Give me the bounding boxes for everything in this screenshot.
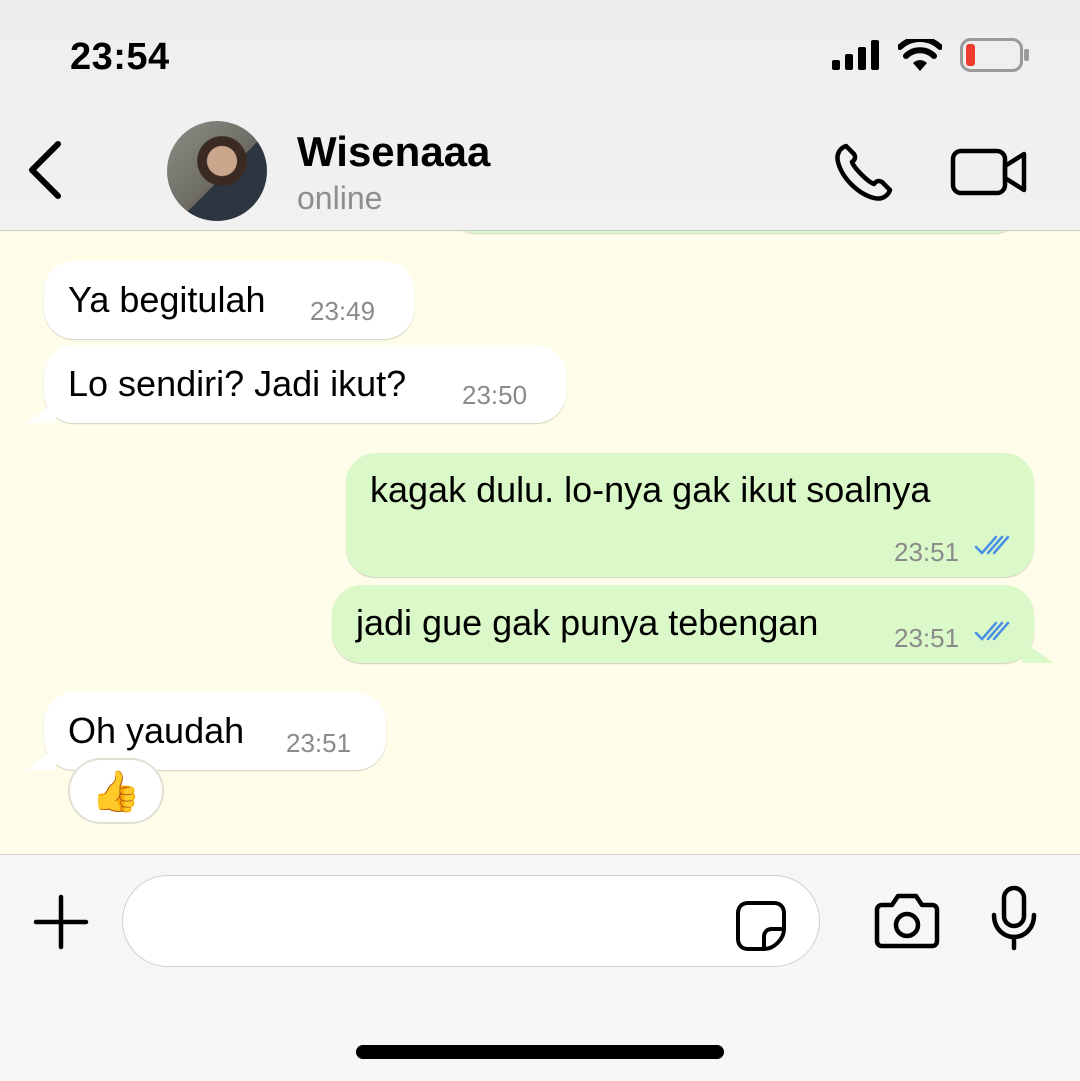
chat-header: 23:54 Wisenaaa online	[0, 0, 1080, 231]
sticker-icon[interactable]	[734, 899, 788, 953]
plus-icon[interactable]	[32, 893, 90, 951]
message-input[interactable]	[122, 875, 820, 967]
status-bar-icons	[832, 38, 1030, 72]
input-bar	[0, 854, 1080, 1081]
message-time: 23:51	[894, 537, 960, 567]
microphone-icon[interactable]	[990, 885, 1038, 951]
contact-name[interactable]: Wisenaaa	[297, 128, 490, 176]
incoming-message[interactable]: Lo sendiri? Jadi ikut? 23:50	[44, 345, 566, 423]
status-bar-time: 23:54	[70, 36, 170, 78]
home-indicator[interactable]	[356, 1045, 724, 1059]
camera-icon[interactable]	[874, 891, 940, 949]
battery-low-icon	[960, 38, 1029, 72]
message-time: 23:51	[894, 623, 960, 653]
message-time: 23:49	[310, 296, 376, 326]
back-chevron-icon[interactable]	[24, 138, 68, 202]
contact-status: online	[297, 180, 383, 216]
message-text: kagak dulu. lo-nya gak ikut soalnya	[370, 469, 931, 510]
read-receipt-icon	[974, 621, 1010, 641]
incoming-message[interactable]: Ya begitulah 23:49	[44, 261, 414, 339]
message-text: Lo sendiri? Jadi ikut?	[68, 363, 407, 404]
previous-message-bubble	[450, 231, 1020, 233]
read-receipt-icon	[974, 535, 1010, 555]
message-list[interactable]: Ya begitulah 23:49 Lo sendiri? Jadi ikut…	[0, 231, 1080, 854]
outgoing-message[interactable]: jadi gue gak punya tebengan 23:51	[332, 585, 1034, 663]
cellular-signal-icon	[832, 40, 879, 70]
message-text: Ya begitulah	[68, 279, 266, 320]
outgoing-message[interactable]: kagak dulu. lo-nya gak ikut soalnya 23:5…	[346, 453, 1034, 577]
thumbs-up-icon: 👍	[91, 769, 141, 814]
message-reaction[interactable]: 👍	[68, 758, 164, 824]
video-camera-icon[interactable]	[950, 146, 1028, 198]
wifi-icon	[898, 39, 942, 71]
contact-avatar[interactable]	[167, 121, 267, 221]
message-text: jadi gue gak punya tebengan	[356, 602, 819, 643]
message-time: 23:50	[462, 380, 528, 410]
message-text: Oh yaudah	[68, 710, 245, 751]
phone-icon[interactable]	[832, 140, 896, 204]
message-time: 23:51	[286, 728, 352, 758]
